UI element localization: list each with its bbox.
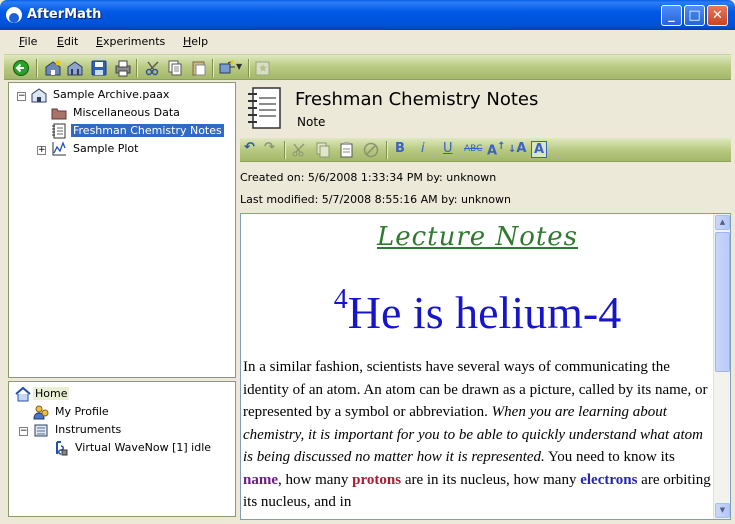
menu-help[interactable]: Help [183, 35, 208, 48]
experiment-wizard-icon[interactable] [218, 59, 236, 77]
tree-row-sample-plot[interactable]: + Sample Plot [13, 140, 233, 158]
archive-house-icon [31, 88, 47, 103]
collapse-icon[interactable]: − [17, 92, 26, 101]
tree-row-freshman-chemistry-notes[interactable]: Freshman Chemistry Notes [13, 122, 233, 140]
lecture-heading: Lecture Notes [376, 222, 579, 252]
notebook-large-icon [248, 87, 281, 129]
tree-row-virtual-wavenow[interactable]: Virtual WaveNow [1] idle [13, 439, 233, 457]
main-toolbar: ▼ [4, 54, 731, 80]
minimize-button[interactable]: _ [661, 5, 682, 26]
open-archive-icon[interactable] [66, 59, 84, 77]
redo-icon: ↷ [264, 140, 275, 155]
folder-icon [51, 108, 67, 120]
note-title: Freshman Chemistry Notes [295, 89, 539, 110]
tree-row-archive-root[interactable]: − Sample Archive.paax [13, 86, 233, 104]
format-toolbar: ↶ ↷ B i U ABC A↑ ↓A A [240, 138, 731, 162]
title-bar: AfterMath _ □ ✕ [0, 0, 735, 30]
scroll-down-icon[interactable]: ▼ [715, 503, 730, 518]
collapse-icon[interactable]: − [19, 427, 28, 436]
plot-icon [52, 141, 66, 156]
tree-row-my-profile[interactable]: My Profile [13, 403, 233, 421]
window-title: AfterMath [27, 7, 102, 22]
note-type: Note [297, 115, 326, 129]
archive-tree-panel: − Sample Archive.paax Miscellaneous Data… [8, 82, 236, 378]
tree-label: Miscellaneous Data [73, 106, 180, 119]
dropdown-arrow-icon[interactable]: ▼ [236, 62, 242, 71]
tree-row-miscellaneous-data[interactable]: Miscellaneous Data [13, 104, 233, 122]
maximize-button[interactable]: □ [684, 5, 705, 26]
instruments-icon [34, 424, 48, 437]
print-icon[interactable] [114, 59, 132, 77]
potentiostat-icon [56, 441, 68, 456]
strikethrough-button[interactable]: ABC [464, 144, 482, 154]
scroll-thumb[interactable] [715, 232, 730, 372]
highlight-button[interactable]: A [531, 141, 548, 158]
menu-bar: File Edit Experiments Help [4, 30, 731, 54]
home-tree-panel: Home My Profile − Instruments Virtual Wa… [8, 381, 236, 517]
bold-button[interactable]: B [395, 141, 405, 156]
paste-icon[interactable] [338, 141, 356, 159]
back-icon[interactable] [12, 59, 30, 77]
tree-row-home[interactable]: Home [13, 385, 233, 403]
home-icon [15, 386, 31, 402]
tree-label: Home [33, 387, 70, 400]
big-heading: 4He is helium-4 [333, 283, 622, 338]
copy-icon [316, 142, 330, 158]
expand-icon[interactable]: + [37, 146, 46, 155]
cut-icon [292, 143, 305, 157]
subscript-button[interactable]: ↓A [508, 141, 526, 156]
paste-icon[interactable] [190, 59, 208, 77]
new-archive-icon[interactable] [44, 59, 62, 77]
note-header: Freshman Chemistry Notes Note [240, 82, 731, 136]
created-on-text: Created on: 5/6/2008 1:33:34 PM by: unkn… [240, 171, 497, 184]
undo-icon[interactable]: ↶ [244, 140, 255, 155]
copy-icon[interactable] [166, 59, 184, 77]
last-modified-text: Last modified: 5/7/2008 8:55:16 AM by: u… [240, 193, 511, 206]
menu-file[interactable]: File [19, 35, 37, 48]
tree-row-instruments[interactable]: − Instruments [13, 421, 233, 439]
menu-experiments[interactable]: Experiments [96, 35, 165, 48]
tree-label: Sample Plot [73, 142, 139, 155]
tree-label: Freshman Chemistry Notes [71, 124, 224, 137]
close-button[interactable]: ✕ [707, 5, 728, 26]
user-profile-icon [33, 405, 49, 420]
vertical-scrollbar[interactable]: ▲ ▼ [713, 214, 730, 519]
italic-button[interactable]: i [421, 141, 425, 156]
delete-icon [363, 142, 379, 158]
tree-label: Sample Archive.paax [53, 88, 170, 101]
notebook-icon [52, 123, 66, 139]
tree-label: Virtual WaveNow [1] idle [75, 441, 212, 454]
tree-label: Instruments [55, 423, 122, 436]
disabled-star-icon [255, 61, 270, 76]
menu-edit[interactable]: Edit [57, 35, 78, 48]
underline-button[interactable]: U [443, 141, 453, 156]
scroll-up-icon[interactable]: ▲ [715, 215, 730, 230]
app-logo-icon [6, 7, 22, 23]
cut-icon[interactable] [144, 59, 162, 77]
body-paragraph: In a similar fashion, scientists have se… [243, 359, 711, 510]
tree-label: My Profile [55, 405, 109, 418]
note-content-editor[interactable]: Lecture Notes 4He is helium-4 In a simil… [240, 213, 731, 520]
save-icon[interactable] [90, 59, 108, 77]
superscript-button[interactable]: A↑ [487, 141, 505, 158]
